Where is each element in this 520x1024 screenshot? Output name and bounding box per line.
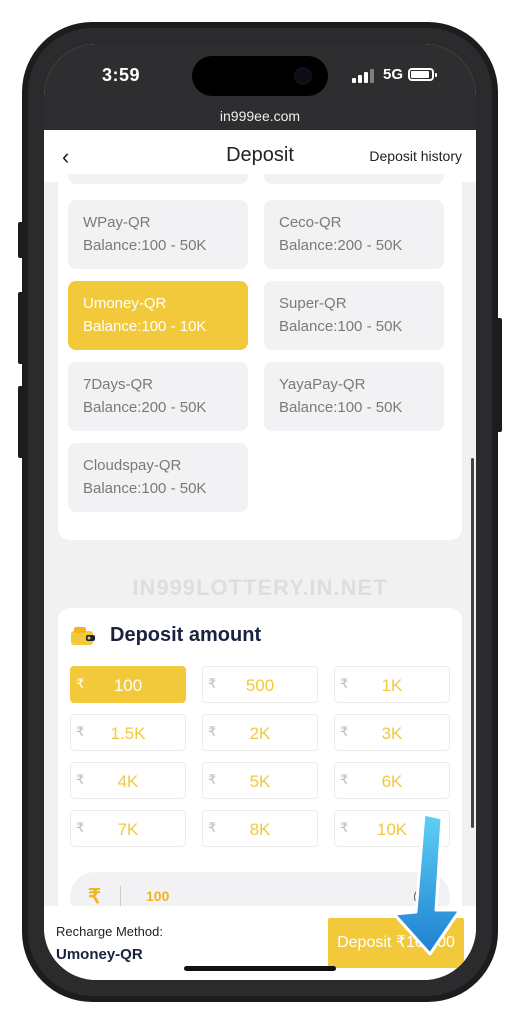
amount-value: 4K	[117, 772, 139, 791]
amount-option-5k[interactable]: ₹5K	[202, 762, 318, 799]
channel-name: Ceco-QR	[279, 214, 342, 231]
input-divider	[120, 886, 121, 908]
channel-name: 7Days-QR	[83, 376, 154, 393]
amount-value: 6K	[381, 772, 403, 791]
amount-option-1k[interactable]: ₹1K	[334, 666, 450, 703]
amount-option-6k[interactable]: ₹6K	[334, 762, 450, 799]
amount-value: 1K	[381, 676, 403, 695]
pointer-arrow-icon	[392, 814, 462, 956]
channel-name: YayaPay-QR	[279, 376, 366, 393]
channel-name: WPay-QR	[83, 214, 151, 231]
amount-option-8k[interactable]: ₹8K	[202, 810, 318, 847]
camera-icon	[296, 69, 310, 83]
url-bar[interactable]: in999ee.com	[44, 106, 476, 130]
channel-card-partial[interactable]	[68, 174, 248, 184]
signal-icon	[352, 69, 374, 83]
amount-input-value[interactable]: 100	[146, 888, 169, 904]
status-bar: 3:59 5G	[44, 44, 476, 106]
clock: 3:59	[102, 65, 141, 85]
amount-value: 7K	[117, 820, 139, 839]
volume-down-button	[18, 386, 24, 458]
amount-option-7k[interactable]: ₹7K	[70, 810, 186, 847]
amount-value: 5K	[249, 772, 271, 791]
amount-value: 1.5K	[110, 724, 146, 743]
amount-option-500[interactable]: ₹500	[202, 666, 318, 703]
amount-value: 8K	[249, 820, 271, 839]
channel-balance: Balance:100 - 50K	[279, 399, 403, 416]
channel-card-umoney[interactable]: Umoney-QR Balance:100 - 10K	[68, 281, 248, 350]
network-type: 5G	[383, 66, 404, 83]
volume-up-button	[18, 292, 24, 364]
channel-balance: Balance:100 - 50K	[83, 237, 207, 254]
amount-option-3k[interactable]: ₹3K	[334, 714, 450, 751]
amount-option-100[interactable]: ₹100	[70, 666, 186, 703]
action-button	[18, 222, 24, 258]
deposit-amount-title: Deposit amount	[110, 624, 262, 646]
amount-value: 100	[113, 676, 143, 695]
channel-card-super[interactable]: Super-QR Balance:100 - 50K	[264, 281, 444, 350]
battery-icon	[408, 68, 437, 81]
channel-name: Cloudspay-QR	[83, 457, 182, 474]
channel-balance: Balance:100 - 50K	[279, 318, 403, 335]
scrollbar[interactable]	[471, 458, 474, 828]
wallet-icon	[70, 625, 96, 647]
channel-balance: Balance:200 - 50K	[279, 237, 403, 254]
amount-option-4k[interactable]: ₹4K	[70, 762, 186, 799]
payment-channel-list: WPay-QR Balance:100 - 50K Ceco-QR Balanc…	[58, 174, 462, 540]
phone-screen: 3:59 5G in999ee.com ‹ Deposit Deposit hi…	[44, 44, 476, 980]
channel-card-wpay[interactable]: WPay-QR Balance:100 - 50K	[68, 200, 248, 269]
amount-option-2k[interactable]: ₹2K	[202, 714, 318, 751]
recharge-method-value: Umoney-QR	[56, 946, 143, 963]
amount-option-1.5k[interactable]: ₹1.5K	[70, 714, 186, 751]
channel-card-cloudspay[interactable]: Cloudspay-QR Balance:100 - 50K	[68, 443, 248, 512]
channel-balance: Balance:200 - 50K	[83, 399, 207, 416]
watermark: IN999LOTTERY.IN.NET	[132, 575, 388, 600]
channel-card-ceco[interactable]: Ceco-QR Balance:200 - 50K	[264, 200, 444, 269]
deposit-history-link[interactable]: Deposit history	[369, 148, 462, 164]
channel-card-partial[interactable]	[264, 174, 444, 184]
page-content: WPay-QR Balance:100 - 50K Ceco-QR Balanc…	[44, 174, 476, 938]
channel-balance: Balance:100 - 10K	[83, 318, 207, 335]
amount-value: 500	[245, 676, 275, 695]
power-button	[496, 318, 502, 432]
channel-card-yayapay[interactable]: YayaPay-QR Balance:100 - 50K	[264, 362, 444, 431]
home-indicator[interactable]	[184, 966, 336, 971]
recharge-method-label: Recharge Method:	[56, 924, 163, 939]
channel-balance: Balance:100 - 50K	[83, 480, 207, 497]
amount-value: 3K	[381, 724, 403, 743]
dynamic-island	[192, 56, 328, 96]
channel-name: Umoney-QR	[83, 295, 167, 312]
channel-name: Super-QR	[279, 295, 347, 312]
channel-card-7days[interactable]: 7Days-QR Balance:200 - 50K	[68, 362, 248, 431]
deposit-amount-header: Deposit amount	[70, 624, 261, 647]
amount-value: 2K	[249, 724, 271, 743]
